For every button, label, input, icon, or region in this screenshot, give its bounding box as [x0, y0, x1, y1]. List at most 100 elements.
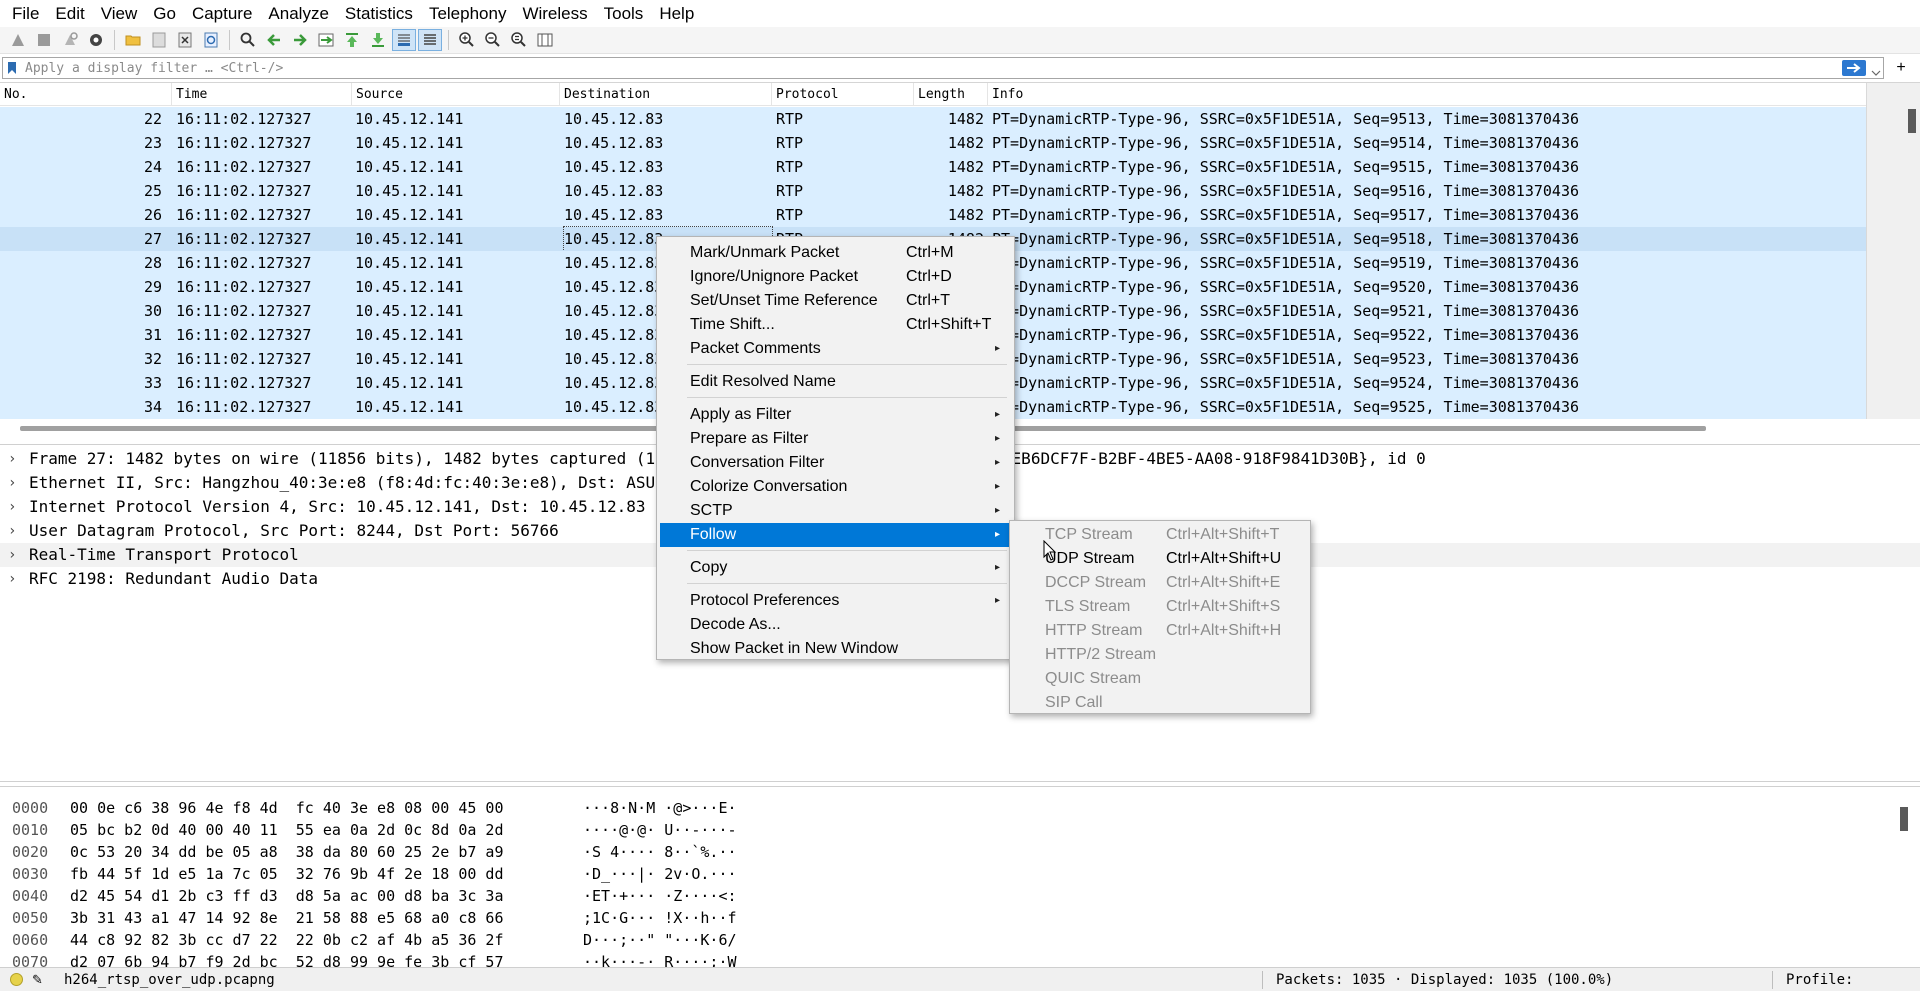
bytes-hex[interactable]: 44 c8 92 82 3b cc d7 22 22 0b c2 af 4b a… [70, 929, 503, 951]
start-capture-icon[interactable] [6, 29, 30, 51]
bytes-ascii[interactable]: ;1C·G··· !X··h··f [583, 907, 737, 929]
reload-file-icon[interactable] [199, 29, 223, 51]
packet-row[interactable]: 26 16:11:02.127327 10.45.12.141 10.45.12.83… [0, 203, 1866, 227]
go-to-packet-icon[interactable] [314, 29, 338, 51]
bytes-ascii[interactable]: ·D_···|· 2v·O.··· [583, 863, 737, 885]
menu-item-prepare-as-filter[interactable]: Prepare as Filter ▸ [658, 427, 1013, 451]
chevron-right-icon[interactable]: › [8, 471, 16, 495]
menu-item-conversation-filter[interactable]: Conversation Filter ▸ [658, 451, 1013, 475]
column-header-info[interactable]: Info [988, 83, 1866, 106]
column-header-time[interactable]: Time [172, 83, 352, 106]
menu-item-packet-comments[interactable]: Packet Comments ▸ [658, 337, 1013, 361]
submenu-item-sip-call[interactable]: SIP Call [1011, 691, 1309, 715]
menu-item-colorize-conversation[interactable]: Colorize Conversation ▸ [658, 475, 1013, 499]
open-file-icon[interactable] [121, 29, 145, 51]
bytes-hex[interactable]: 0c 53 20 34 dd be 05 a8 38 da 80 60 25 2… [70, 841, 503, 863]
packet-cell-src: 10.45.12.141 [355, 350, 464, 368]
menu-item-follow[interactable]: Follow ▸ [660, 523, 1011, 547]
packet-row[interactable]: 24 16:11:02.127327 10.45.12.141 10.45.12.83… [0, 155, 1866, 179]
status-profile[interactable]: Profile: Default [1786, 968, 1920, 991]
menu-item-ignore-unignore-packet[interactable]: Ignore/Unignore Packet Ctrl+D [658, 265, 1013, 289]
close-file-icon[interactable] [173, 29, 197, 51]
display-filter-input[interactable] [3, 58, 1823, 78]
zoom-out-icon[interactable] [481, 29, 505, 51]
menu-statistics[interactable]: Statistics [337, 0, 421, 27]
autoscroll-icon[interactable] [392, 29, 416, 51]
submenu-item-http-stream[interactable]: HTTP Stream Ctrl+Alt+Shift+H [1011, 619, 1309, 643]
column-header-length[interactable]: Length [914, 83, 988, 106]
packet-cell-no: 26 [143, 206, 162, 224]
go-first-icon[interactable] [340, 29, 364, 51]
zoom-in-icon[interactable] [455, 29, 479, 51]
menu-item-copy[interactable]: Copy ▸ [658, 556, 1013, 580]
menu-help[interactable]: Help [651, 0, 702, 27]
menu-item-time-shift[interactable]: Time Shift... Ctrl+Shift+T [658, 313, 1013, 337]
menu-tools[interactable]: Tools [596, 0, 652, 27]
menu-item-sctp[interactable]: SCTP ▸ [658, 499, 1013, 523]
filter-history-dropdown-icon[interactable] [1871, 64, 1881, 76]
packet-list-vertical-scrollbar[interactable] [1866, 83, 1920, 419]
bytes-ascii[interactable]: ···8·N·M ·@>···E· [583, 797, 737, 819]
bytes-hex[interactable]: d2 45 54 d1 2b c3 ff d3 d8 5a ac 00 d8 b… [70, 885, 503, 907]
bytes-scroll-thumb[interactable] [1900, 807, 1908, 831]
bookmark-icon[interactable] [7, 61, 17, 75]
chevron-right-icon[interactable]: › [8, 447, 16, 471]
edit-comment-icon[interactable]: ✎ [32, 972, 43, 988]
menu-edit[interactable]: Edit [47, 0, 92, 27]
menu-item-apply-as-filter[interactable]: Apply as Filter ▸ [658, 403, 1013, 427]
go-last-icon[interactable] [366, 29, 390, 51]
bytes-hex[interactable]: 05 bc b2 0d 40 00 40 11 55 ea 0a 2d 0c 8… [70, 819, 503, 841]
chevron-right-icon[interactable]: › [8, 543, 16, 567]
bytes-ascii[interactable]: D···;··" "···K·6/ [583, 929, 737, 951]
menu-go[interactable]: Go [145, 0, 184, 27]
menu-item-shortcut: Ctrl+D [906, 268, 952, 285]
bytes-ascii[interactable]: ····@·@· U··-···- [583, 819, 737, 841]
column-header-source[interactable]: Source [352, 83, 560, 106]
bytes-hex[interactable]: 3b 31 43 a1 47 14 92 8e 21 58 88 e5 68 a… [70, 907, 503, 929]
bytes-hex[interactable]: 00 0e c6 38 96 4e f8 4d fc 40 3e e8 08 0… [70, 797, 503, 819]
menu-view[interactable]: View [93, 0, 146, 27]
resize-columns-icon[interactable] [533, 29, 557, 51]
packet-list-scroll-thumb[interactable] [1908, 109, 1916, 133]
stop-capture-icon[interactable] [32, 29, 56, 51]
save-file-icon[interactable] [147, 29, 171, 51]
go-back-icon[interactable] [262, 29, 286, 51]
menu-item-mark-unmark-packet[interactable]: Mark/Unmark Packet Ctrl+M [658, 241, 1013, 265]
bytes-ascii[interactable]: ·S 4···· 8··`%.·· [583, 841, 737, 863]
menu-item-protocol-preferences[interactable]: Protocol Preferences ▸ [658, 589, 1013, 613]
packet-row[interactable]: 22 16:11:02.127327 10.45.12.141 10.45.12.83… [0, 107, 1866, 131]
chevron-right-icon[interactable]: › [8, 519, 16, 543]
packet-row[interactable]: 25 16:11:02.127327 10.45.12.141 10.45.12.83… [0, 179, 1866, 203]
column-header-destination[interactable]: Destination [560, 83, 772, 106]
expert-info-led-icon[interactable] [10, 973, 23, 986]
submenu-item-tls-stream[interactable]: TLS Stream Ctrl+Alt+Shift+S [1011, 595, 1309, 619]
apply-filter-icon[interactable] [1842, 60, 1866, 76]
menu-file[interactable]: File [4, 0, 47, 27]
colorize-icon[interactable] [418, 29, 442, 51]
packet-row[interactable]: 23 16:11:02.127327 10.45.12.141 10.45.12.83… [0, 131, 1866, 155]
bytes-hex[interactable]: fb 44 5f 1d e5 1a 7c 05 32 76 9b 4f 2e 1… [70, 863, 503, 885]
submenu-item-dccp-stream[interactable]: DCCP Stream Ctrl+Alt+Shift+E [1011, 571, 1309, 595]
submenu-item-quic-stream[interactable]: QUIC Stream [1011, 667, 1309, 691]
menu-item-decode-as[interactable]: Decode As... [658, 613, 1013, 637]
go-forward-icon[interactable] [288, 29, 312, 51]
bytes-ascii[interactable]: ·ET·+··· ·Z····<: [583, 885, 737, 907]
chevron-right-icon[interactable]: › [8, 567, 16, 591]
find-packet-icon[interactable] [236, 29, 260, 51]
zoom-normal-icon[interactable] [507, 29, 531, 51]
menu-item-edit-resolved-name[interactable]: Edit Resolved Name [658, 370, 1013, 394]
submenu-item-http-2-stream[interactable]: HTTP/2 Stream [1011, 643, 1309, 667]
column-header-no[interactable]: No. [0, 83, 172, 106]
menu-capture[interactable]: Capture [184, 0, 260, 27]
menu-wireless[interactable]: Wireless [514, 0, 595, 27]
menu-analyze[interactable]: Analyze [260, 0, 336, 27]
menu-item-set-unset-time-reference[interactable]: Set/Unset Time Reference Ctrl+T [658, 289, 1013, 313]
chevron-right-icon[interactable]: › [8, 495, 16, 519]
column-header-protocol[interactable]: Protocol [772, 83, 914, 106]
menu-telephony[interactable]: Telephony [421, 0, 515, 27]
menu-item-show-packet-in-new-window[interactable]: Show Packet in New Window [658, 637, 1013, 661]
add-filter-button-icon[interactable]: + [1890, 57, 1912, 79]
capture-options-icon[interactable] [84, 29, 108, 51]
packet-cell-len: 1482 [947, 134, 984, 152]
restart-capture-icon[interactable] [58, 29, 82, 51]
